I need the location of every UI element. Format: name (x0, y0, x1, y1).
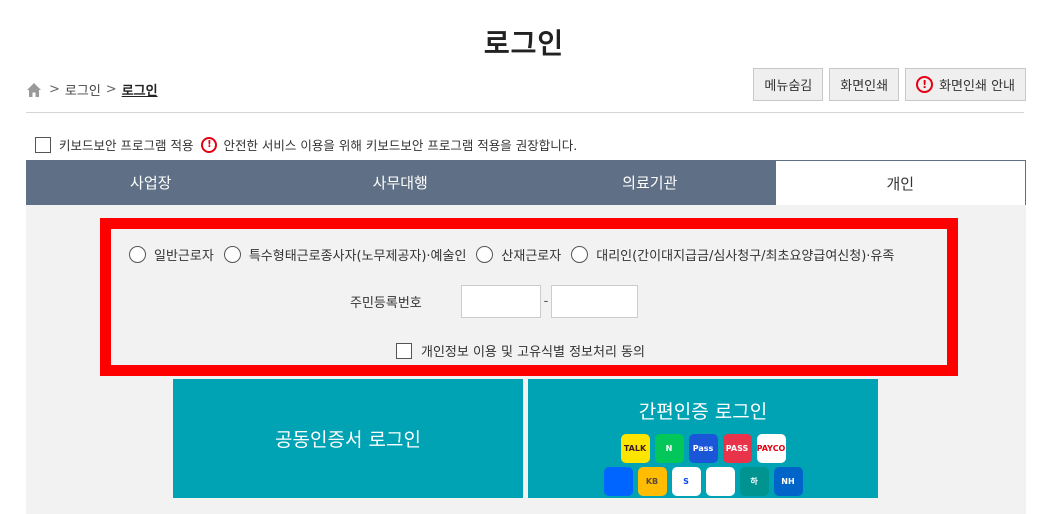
print-guide-label: 화면인쇄 안내 (939, 79, 1015, 94)
radio-button[interactable] (223, 246, 241, 263)
radio-special-worker[interactable]: 특수형태근로종사자(노무제공자)·예술인 (223, 245, 467, 264)
keyboard-security-label[interactable]: 키보드보안 프로그램 적용 (59, 135, 193, 154)
consent-label[interactable]: 개인정보 이용 및 고유식별 정보처리 동의 (421, 341, 645, 360)
hana-bank-icon: 하 (739, 467, 769, 496)
radio-agent[interactable]: 대리인(간이대지급금/심사청구/최초요양급여신청)·유족 (571, 245, 894, 264)
print-guide-button[interactable]: ! 화면인쇄 안내 (905, 68, 1026, 101)
radio-button[interactable] (476, 246, 494, 263)
keyboard-security-row: 키보드보안 프로그램 적용 ! 안전한 서비스 이용을 위해 키보드보안 프로그… (35, 135, 577, 154)
login-type-tabs: 사업장 사무대행 의료기관 개인 (26, 160, 1026, 205)
user-type-radio-group: 일반근로자 특수형태근로종사자(노무제공자)·예술인 산재근로자 대리인(간이대… (129, 245, 904, 264)
naver-icon: N (654, 434, 684, 463)
shinhan-bank-icon: S (671, 467, 701, 496)
consent-row: 개인정보 이용 및 고유식별 정보처리 동의 (396, 341, 645, 360)
kakao-talk-icon: TALK (620, 434, 650, 463)
breadcrumb-separator: > (105, 82, 117, 97)
resident-number-row: 주민등록번호 - (350, 285, 638, 318)
tab-business[interactable]: 사업장 (26, 160, 276, 205)
warning-icon: ! (916, 76, 934, 93)
divider (26, 112, 1024, 113)
radio-general-worker[interactable]: 일반근로자 (129, 245, 214, 264)
pass-icon: PASS (722, 434, 752, 463)
home-icon[interactable] (26, 82, 42, 98)
woori-icon (705, 467, 735, 496)
keyboard-security-checkbox[interactable] (35, 136, 51, 153)
certificate-login-label: 공동인증서 로그인 (275, 429, 421, 451)
resident-number-label: 주민등록번호 (350, 296, 422, 311)
tab-agency[interactable]: 사무대행 (275, 160, 525, 205)
breadcrumb-current[interactable]: 로그인 (122, 80, 158, 99)
radio-label: 일반근로자 (154, 249, 214, 264)
warning-icon: ! (201, 136, 218, 153)
menu-hide-button[interactable]: 메뉴숨김 (753, 68, 824, 101)
print-button[interactable]: 화면인쇄 (829, 68, 900, 101)
simple-auth-login-label: 간편인증 로그인 (638, 401, 768, 423)
nh-bank-icon: NH (773, 467, 803, 496)
keyboard-security-notice: 안전한 서비스 이용을 위해 키보드보안 프로그램 적용을 권장합니다. (223, 138, 578, 153)
tab-medical[interactable]: 의료기관 (525, 160, 775, 205)
resident-number-front-input[interactable] (461, 285, 541, 318)
radio-label: 특수형태근로종사자(노무제공자)·예술인 (248, 249, 467, 264)
radio-button[interactable] (571, 246, 589, 263)
page-title: 로그인 (483, 27, 565, 60)
toss-icon (603, 467, 633, 496)
provider-icons-row: KB S 하 NH (603, 467, 803, 496)
payco-icon: PAYCO (756, 434, 786, 463)
breadcrumb-separator: > (49, 82, 60, 97)
radio-label: 산재근로자 (501, 249, 562, 264)
radio-label: 대리인(간이대지급금/심사청구/최초요양급여신청)·유족 (596, 249, 895, 264)
samsung-pass-icon: Pass (688, 434, 718, 463)
toolbar: 메뉴숨김 화면인쇄 ! 화면인쇄 안내 (753, 68, 1026, 101)
resident-number-back-input[interactable] (551, 285, 638, 318)
consent-checkbox[interactable] (396, 342, 412, 359)
tab-personal[interactable]: 개인 (774, 160, 1026, 205)
resident-number-separator: - (543, 294, 549, 309)
certificate-login-button[interactable]: 공동인증서 로그인 (173, 379, 523, 498)
simple-auth-login-button[interactable]: 간편인증 로그인 TALK N Pass PASS PAYCO KB S 하 NH (528, 379, 878, 498)
radio-button[interactable] (129, 246, 146, 263)
breadcrumb-item-login[interactable]: 로그인 (65, 80, 101, 99)
provider-icons-row: TALK N Pass PASS PAYCO (620, 434, 786, 463)
kb-bank-icon: KB (637, 467, 667, 496)
radio-injured-worker[interactable]: 산재근로자 (476, 245, 561, 264)
breadcrumb: > 로그인 > 로그인 (26, 80, 158, 99)
